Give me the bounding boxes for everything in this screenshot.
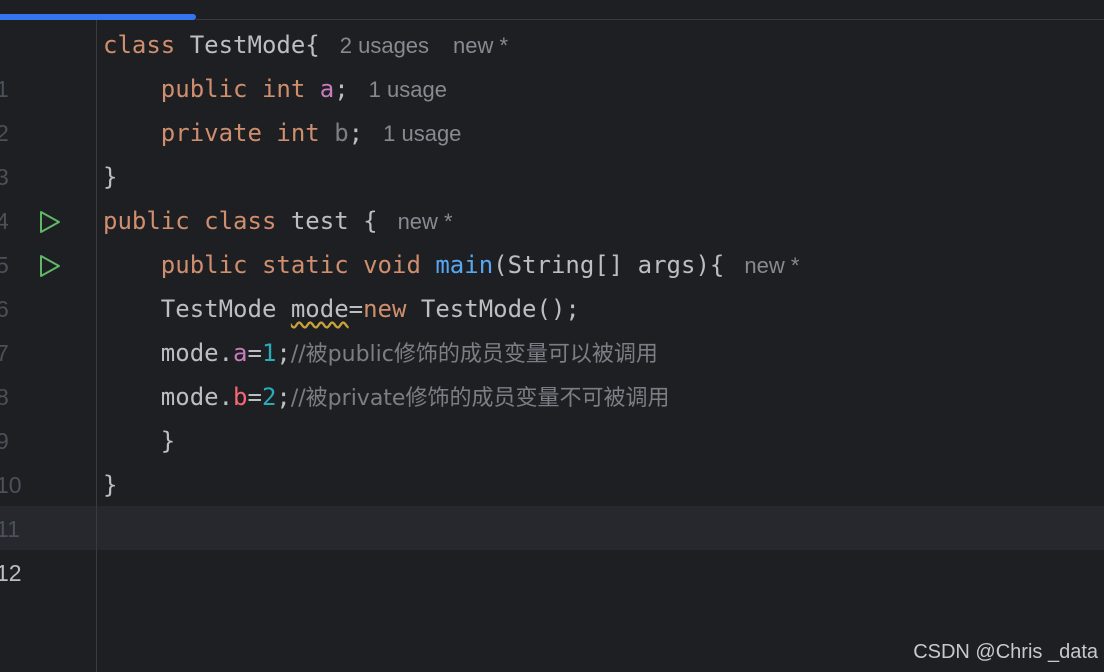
code-line-10[interactable]: 10 } <box>0 419 1104 498</box>
usages-hint[interactable]: 1 usage <box>369 77 447 102</box>
author-hint[interactable]: new * <box>453 33 508 58</box>
number-literal: 1 <box>261 339 277 367</box>
line-number[interactable]: 12 <box>0 551 26 595</box>
run-triangle-icon[interactable] <box>38 254 62 278</box>
code-line-9[interactable]: 9 mode.b=2;//被private修饰的成员变量不可被调用 <box>0 375 1104 454</box>
method-params: (String[] args){ <box>493 251 725 279</box>
keyword-int: int <box>261 75 306 103</box>
code-text[interactable]: private int b; 1 usage <box>103 111 462 156</box>
semicolon: ; <box>276 339 291 367</box>
code-line-5[interactable]: 5 public class test {new * <box>0 199 1104 278</box>
keyword-void: void <box>363 251 421 279</box>
semicolon: ; <box>276 383 291 411</box>
type-name: TestMode <box>103 295 291 323</box>
code-text[interactable]: public static void main(String[] args){ n… <box>103 243 800 288</box>
code-text[interactable]: } <box>103 463 117 507</box>
object-ref: mode. <box>103 339 234 367</box>
object-ref: mode. <box>103 383 234 411</box>
field-a: a <box>233 339 248 367</box>
keyword-class: class <box>103 31 176 59</box>
code-line-11[interactable]: 11 } <box>0 463 1104 542</box>
semicolon: ; <box>348 119 364 147</box>
keyword-public: public <box>160 75 248 103</box>
code-line-8[interactable]: 8 mode.a=1;//被public修饰的成员变量可以被调用 <box>0 331 1104 410</box>
class-name: test { <box>290 207 378 235</box>
keyword-private: private <box>160 119 262 147</box>
code-text[interactable]: mode.b=2;//被private修饰的成员变量不可被调用 <box>103 375 670 421</box>
code-line-6[interactable]: 6 public static void main(String[] args)… <box>0 243 1104 322</box>
keyword-class: class <box>204 207 277 235</box>
field-b-error[interactable]: b <box>233 383 247 411</box>
code-text[interactable]: mode.a=1;//被public修饰的成员变量可以被调用 <box>103 331 658 377</box>
code-line-4[interactable]: 4 } <box>0 155 1104 234</box>
code-text[interactable]: class TestMode{ 2 usages new * <box>103 23 508 68</box>
author-hint[interactable]: new * <box>744 253 799 278</box>
code-text[interactable]: public int a; 1 usage <box>103 67 447 112</box>
class-name: TestMode{ <box>189 31 320 59</box>
code-line-2[interactable]: 2 public int a; 1 usage <box>0 67 1104 146</box>
field-b: b <box>334 119 349 147</box>
code-line-7[interactable]: 7 TestMode mode=new TestMode(); <box>0 287 1104 366</box>
usages-hint[interactable]: 1 usage <box>383 121 461 146</box>
author-hint[interactable]: new * <box>398 209 453 234</box>
code-text[interactable]: } <box>103 155 117 199</box>
code-line-12[interactable]: 12 <box>0 507 1104 586</box>
code-line-3[interactable]: 3 private int b; 1 usage <box>0 111 1104 190</box>
variable-mode-warning[interactable]: mode <box>291 295 349 323</box>
number-literal: 2 <box>261 383 277 411</box>
semicolon: ; <box>334 75 349 103</box>
code-text[interactable]: public class test { new * <box>103 199 453 244</box>
code-text[interactable]: TestMode mode=new TestMode(); <box>103 287 580 331</box>
line-comment: //被public修饰的成员变量可以被调用 <box>290 342 658 367</box>
keyword-static: static <box>261 251 349 279</box>
assign-operator: = <box>348 295 364 323</box>
closing-brace: } <box>103 427 176 455</box>
keyword-public: public <box>160 251 248 279</box>
keyword-public: public <box>103 207 190 235</box>
constructor-call: TestMode(); <box>406 295 580 323</box>
assign-operator: = <box>247 339 262 367</box>
line-comment: //被private修饰的成员变量不可被调用 <box>290 386 670 411</box>
assign-operator: = <box>247 383 262 411</box>
field-a: a <box>319 75 335 103</box>
run-triangle-icon[interactable] <box>38 210 62 234</box>
keyword-new: new <box>363 295 407 323</box>
code-editor[interactable]: 1 class TestMode{ 2 usages new * 2 public … <box>0 0 1104 672</box>
closing-brace: } <box>103 163 118 191</box>
tab-divider <box>196 19 1104 20</box>
usages-hint[interactable]: 2 usages <box>340 33 429 58</box>
method-main: main <box>435 251 494 279</box>
loading-progress-bar <box>0 14 196 20</box>
keyword-int: int <box>276 119 320 147</box>
watermark: CSDN @Chris _data <box>913 641 1098 663</box>
code-line-1[interactable]: 1 class TestMode{2 usages new * <box>0 23 1104 102</box>
closing-brace: } <box>103 471 118 499</box>
code-text[interactable]: } <box>103 419 175 463</box>
